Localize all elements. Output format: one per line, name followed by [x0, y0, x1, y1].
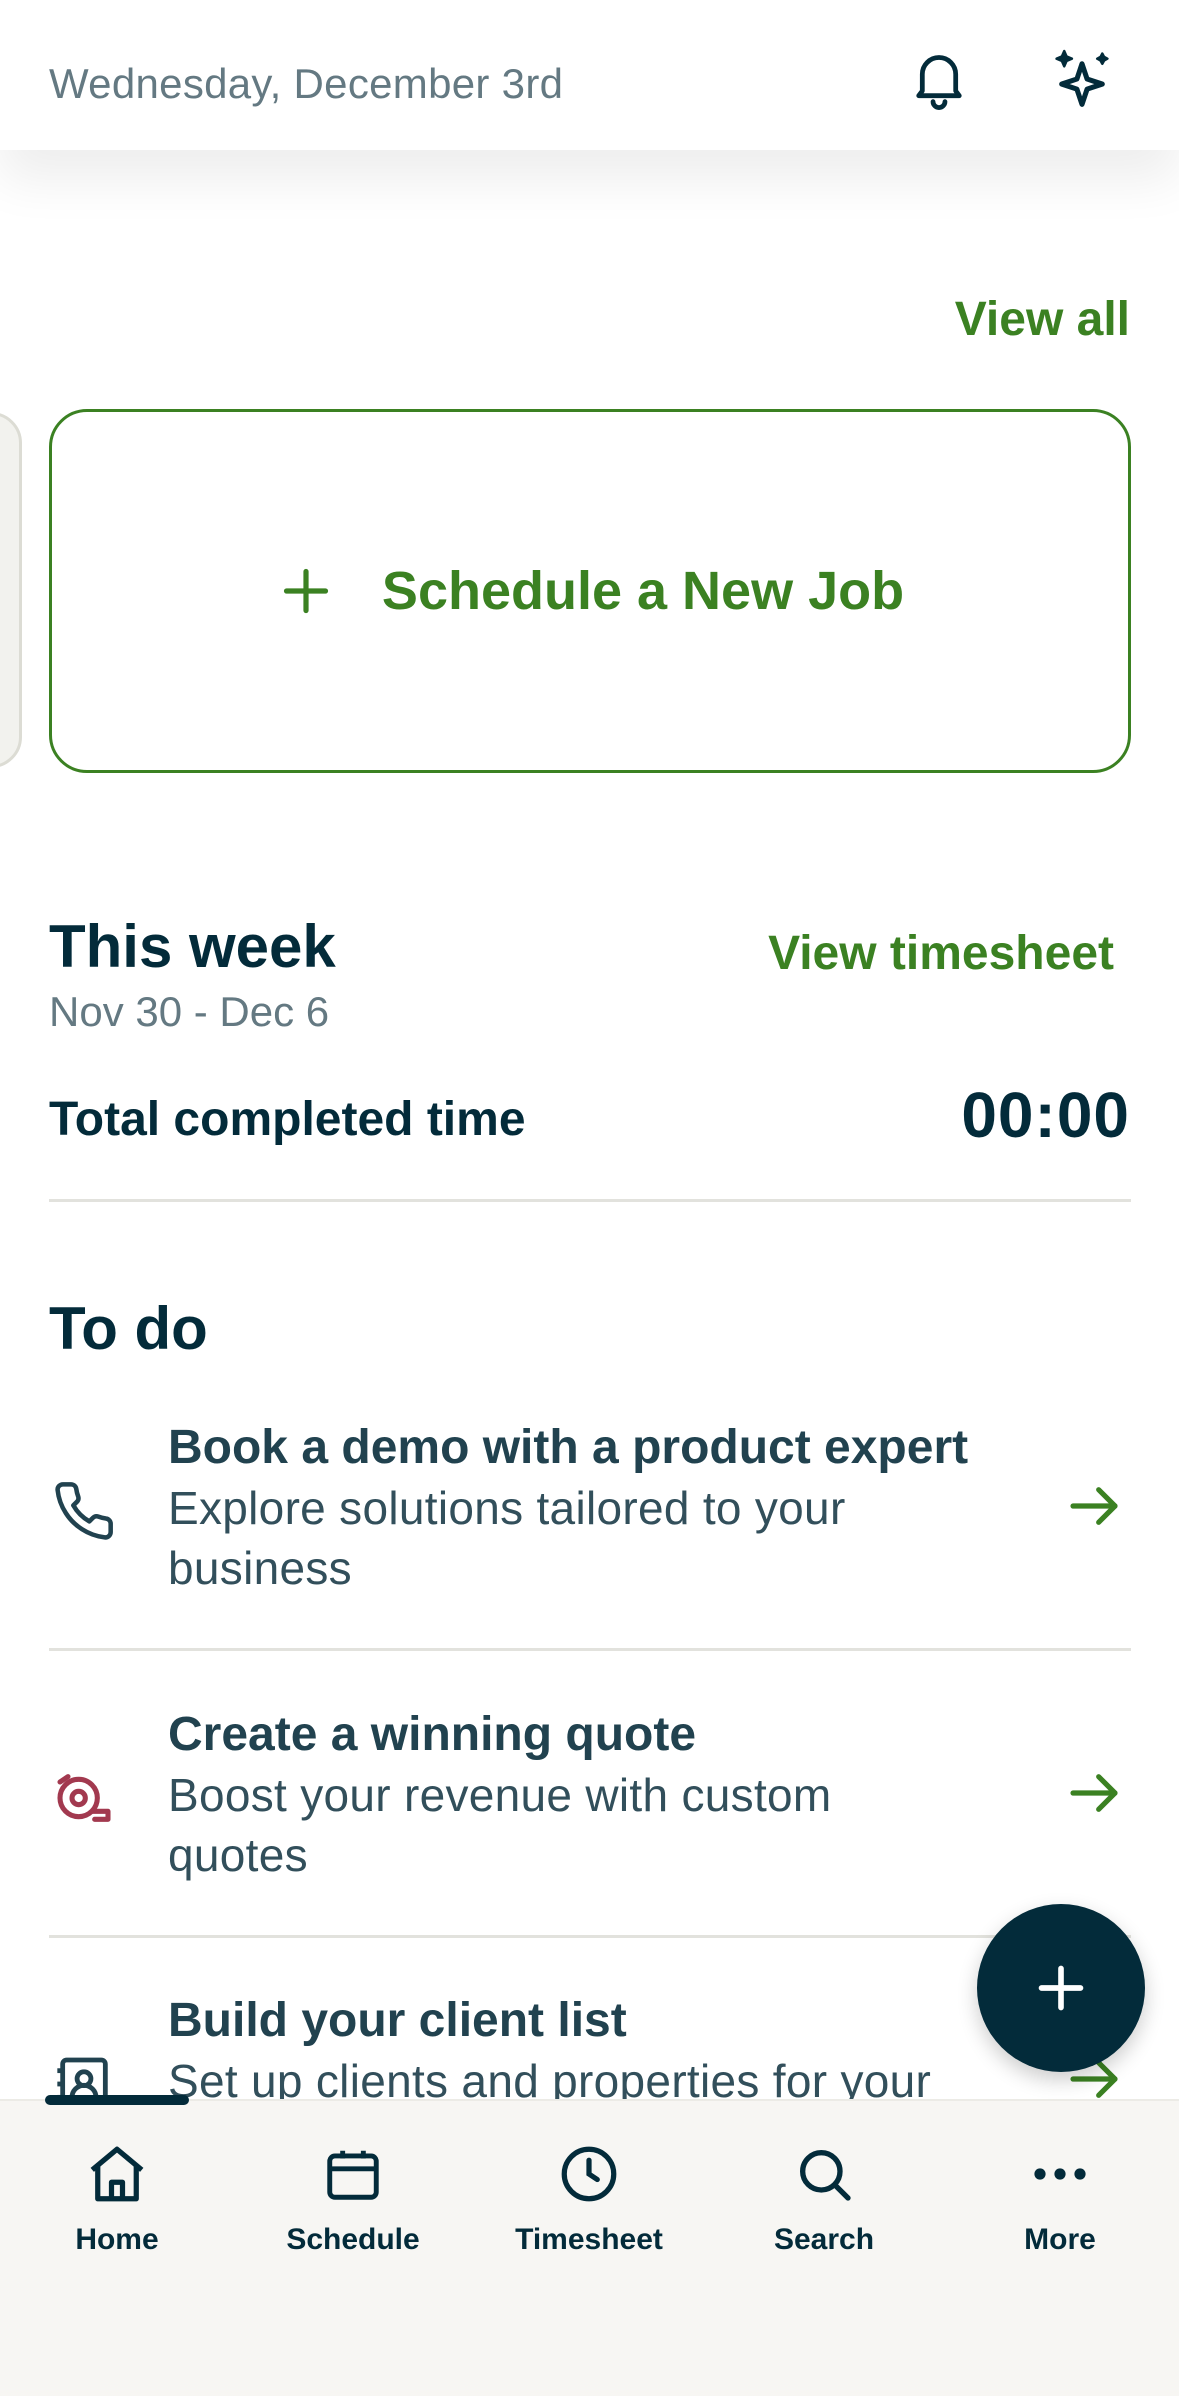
todo-item-title: Build your client list: [168, 1994, 627, 2047]
arrow-right-icon: [1062, 1761, 1126, 1825]
nav-home[interactable]: Home: [17, 2139, 217, 2257]
todo-item-description: Explore solutions tailored to your: [168, 1482, 846, 1534]
todo-item-description: Boost your revenue with custom: [168, 1769, 832, 1821]
sparkles-icon[interactable]: [1047, 44, 1117, 114]
home-icon: [82, 2139, 152, 2209]
todo-title: To do: [49, 1295, 208, 1362]
plus-icon: [276, 561, 336, 621]
todo-item-description-cont: business: [168, 1542, 352, 1594]
create-fab-button[interactable]: [977, 1904, 1145, 2072]
nav-label: Timesheet: [515, 2223, 663, 2256]
phone-icon: [49, 1476, 119, 1546]
nav-search[interactable]: Search: [724, 2139, 924, 2257]
nav-label: Search: [773, 2223, 875, 2256]
nav-label: Home: [75, 2223, 159, 2256]
todo-item-description-cont: quotes: [168, 1829, 308, 1881]
header-date: Wednesday, December 3rd: [49, 60, 564, 107]
schedule-new-job-card[interactable]: Schedule a New Job: [49, 409, 1131, 773]
arrow-right-icon: [1062, 1474, 1126, 1538]
quote-icon: [49, 1763, 119, 1833]
calendar-icon: [318, 2139, 388, 2209]
top-header: Wednesday, December 3rd: [0, 0, 1179, 150]
nav-more[interactable]: More: [960, 2139, 1160, 2257]
todo-item-title: Create a winning quote: [168, 1708, 697, 1761]
home-screen: Wednesday, December 3rd View all Schedul…: [0, 0, 1179, 2396]
nav-label: More: [1024, 2223, 1096, 2256]
todo-item-create-quote[interactable]: Create a winning quote Boost your revenu…: [0, 1705, 1179, 1937]
this-week-title: This week: [49, 913, 336, 980]
todo-item-book-demo[interactable]: Book a demo with a product expert Explor…: [0, 1418, 1179, 1650]
divider: [49, 1648, 1131, 1651]
view-timesheet-link[interactable]: View timesheet: [768, 926, 1114, 981]
total-completed-time-value: 00:00: [961, 1079, 1130, 1151]
divider: [49, 1935, 1131, 1938]
week-range: Nov 30 - Dec 6: [49, 988, 330, 1035]
divider: [49, 1199, 1131, 1202]
previous-card-peek[interactable]: [0, 412, 22, 768]
nav-label: Schedule: [286, 2223, 420, 2256]
nav-timesheet[interactable]: Timesheet: [489, 2139, 689, 2257]
view-all-link[interactable]: View all: [955, 292, 1130, 347]
more-icon: [1025, 2139, 1095, 2209]
total-completed-time-label: Total completed time: [49, 1093, 526, 1146]
search-icon: [789, 2139, 859, 2209]
scroll-indicator: [45, 2095, 189, 2105]
bell-icon[interactable]: [904, 44, 974, 114]
todo-item-title: Book a demo with a product expert: [168, 1421, 969, 1474]
nav-schedule[interactable]: Schedule: [253, 2139, 453, 2257]
bottom-navigation: Home Schedule Timesheet Search More: [0, 2095, 1179, 2396]
schedule-new-job-label: Schedule a New Job: [381, 561, 905, 621]
clock-icon: [554, 2139, 624, 2209]
